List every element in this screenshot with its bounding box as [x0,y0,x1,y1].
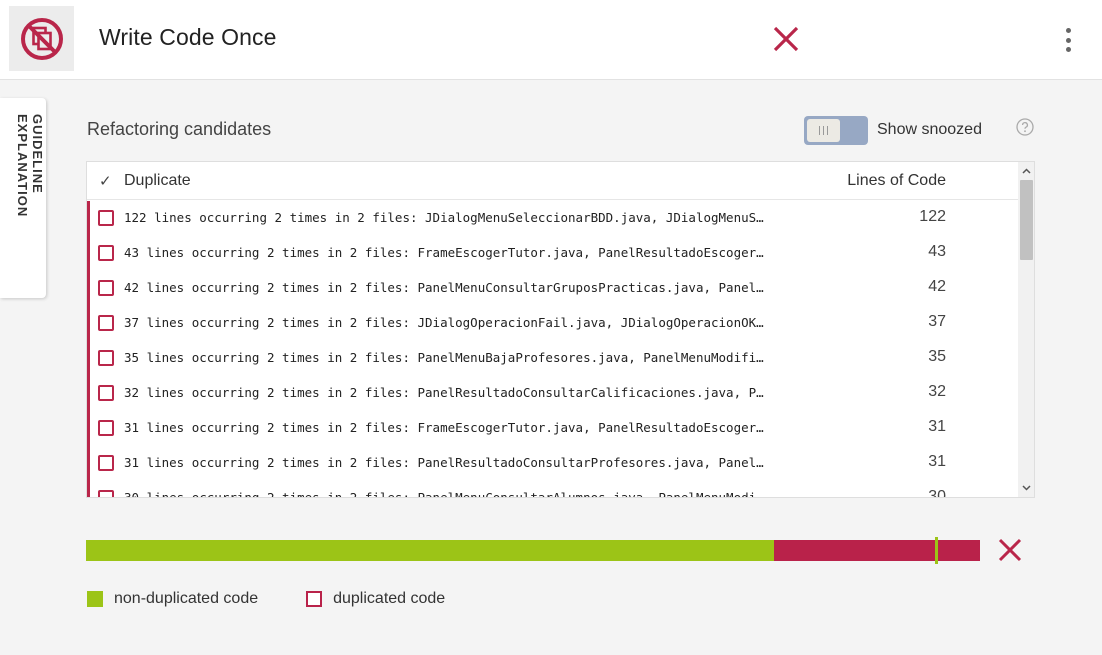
lines-of-code-value: 31 [928,418,946,435]
scroll-up-arrow-icon[interactable] [1018,164,1034,178]
kebab-dot [1065,37,1071,43]
table-row[interactable]: 122 lines occurring 2 times in 2 files: … [90,201,1018,236]
row-checkbox[interactable] [98,350,114,366]
lines-of-code-value: 42 [928,278,946,295]
legend-label: non-duplicated code [114,590,259,607]
duplicate-description: 42 lines occurring 2 times in 2 files: P… [124,280,764,295]
lines-of-code-value: 122 [919,208,946,225]
duplicate-description: 32 lines occurring 2 times in 2 files: P… [124,385,764,400]
column-header-duplicate[interactable]: Duplicate [124,172,191,190]
toggle-knob[interactable] [807,119,840,142]
duplicated-segment [774,540,980,561]
lines-of-code-value: 43 [928,243,946,260]
select-all-check-icon[interactable]: ✓ [99,172,112,190]
duplicate-description: 30 lines occurring 2 times in 2 files: P… [124,490,774,497]
row-checkbox[interactable] [98,455,114,471]
table-row[interactable]: 42 lines occurring 2 times in 2 files: P… [90,271,1018,306]
show-snoozed-toggle[interactable] [804,116,868,145]
row-checkbox[interactable] [98,315,114,331]
duplicate-description: 37 lines occurring 2 times in 2 files: J… [124,315,764,330]
duplicate-description: 43 lines occurring 2 times in 2 files: F… [124,245,764,260]
lines-of-code-value: 37 [928,313,946,330]
row-checkbox[interactable] [98,420,114,436]
lines-of-code-value: 35 [928,348,946,365]
app-header: Write Code Once [0,0,1102,80]
scroll-down-arrow-icon[interactable] [1018,481,1034,495]
column-header-lines-of-code[interactable]: Lines of Code [847,172,946,190]
close-icon[interactable] [768,21,804,57]
row-checkbox[interactable] [98,245,114,261]
row-checkbox[interactable] [98,280,114,296]
table-row[interactable]: 43 lines occurring 2 times in 2 files: F… [90,236,1018,271]
table-row[interactable]: 37 lines occurring 2 times in 2 files: J… [90,306,1018,341]
page-title: Write Code Once [99,24,277,50]
row-checkbox[interactable] [98,490,114,497]
row-checkbox[interactable] [98,210,114,226]
guideline-explanation-tab[interactable]: GUIDELINE EXPLANATION [0,98,46,298]
scroll-thumb[interactable] [1020,180,1033,260]
help-icon[interactable] [1016,118,1034,136]
table-row[interactable]: 35 lines occurring 2 times in 2 files: P… [90,341,1018,376]
duplicate-description: 35 lines occurring 2 times in 2 files: P… [124,350,764,365]
kebab-dot [1065,28,1071,33]
legend-duplicated: duplicated code [306,590,445,608]
duplication-ratio-bar [86,537,980,564]
table-scrollbar[interactable] [1018,162,1034,497]
refactoring-candidates-table: ✓ Duplicate Lines of Code 122 lines occu… [86,161,1035,498]
table-row[interactable]: 32 lines occurring 2 times in 2 files: P… [90,376,1018,411]
table-row[interactable]: 31 lines occurring 2 times in 2 files: P… [90,446,1018,481]
threshold-marker [935,537,939,564]
no-duplicate-copy-icon [20,17,63,60]
legend: non-duplicated code duplicated code [87,590,493,608]
side-tab-label: GUIDELINE EXPLANATION [15,114,45,218]
row-checkbox[interactable] [98,385,114,401]
duplicate-description: 122 lines occurring 2 times in 2 files: … [124,210,764,225]
non-duplicated-swatch [87,591,103,607]
lines-of-code-value: 32 [928,383,946,400]
close-icon [998,538,1022,562]
guideline-logo [9,6,74,71]
kebab-dot [1065,47,1071,52]
table-row[interactable]: 30 lines occurring 2 times in 2 files: P… [90,481,1018,497]
duplicated-swatch [306,591,323,607]
lines-of-code-value: 30 [928,488,946,497]
legend-label: duplicated code [333,590,446,607]
show-snoozed-label: Show snoozed [877,121,982,138]
table-body: 122 lines occurring 2 times in 2 files: … [87,201,1018,497]
duplicate-description: 31 lines occurring 2 times in 2 files: F… [124,420,764,435]
non-duplicated-segment [86,540,775,561]
more-vert-icon[interactable] [1058,24,1078,56]
duplicate-description: 31 lines occurring 2 times in 2 files: P… [124,455,764,470]
lines-of-code-value: 31 [928,453,946,470]
table-row[interactable]: 31 lines occurring 2 times in 2 files: F… [90,411,1018,446]
section-title: Refactoring candidates [87,119,272,139]
legend-non-duplicated: non-duplicated code [87,590,258,608]
table-header: ✓ Duplicate Lines of Code [87,162,1018,200]
